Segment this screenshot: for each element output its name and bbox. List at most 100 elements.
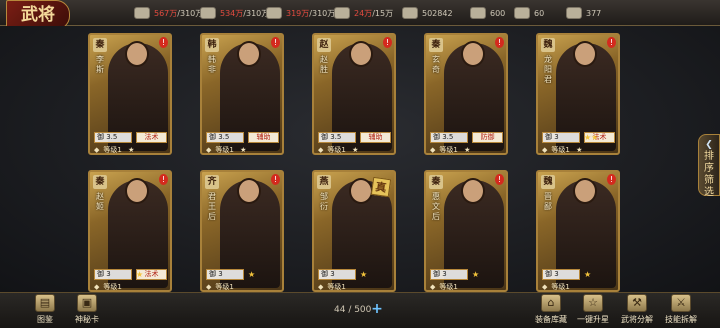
kingdom-badge: 秦 bbox=[93, 175, 107, 189]
alert-icon: ! bbox=[607, 37, 616, 48]
general-head bbox=[573, 178, 597, 204]
defense-stat: 御 3 bbox=[94, 269, 132, 280]
general-card[interactable]: 魏 晋鄙 ! 御 3 ★ ◆ 等级1 bbox=[536, 170, 620, 292]
star-rating: ★ bbox=[584, 270, 592, 279]
grain-icon bbox=[200, 7, 216, 19]
book-icon: ▤ bbox=[35, 294, 55, 312]
general-name: 邹衍 bbox=[320, 192, 328, 211]
level-row: ◆ 等级1 bbox=[94, 283, 122, 291]
kingdom-badge: 燕 bbox=[317, 175, 331, 189]
general-card[interactable]: 韩 韩非 ! 御 3.5 辅助 ◆ 等级1 ★ bbox=[200, 33, 284, 155]
general-head bbox=[349, 178, 373, 204]
decompose-icon: ⚒ bbox=[627, 294, 647, 312]
general-name: 赵胜 bbox=[320, 55, 328, 74]
bowl-icon bbox=[514, 7, 530, 19]
level-row: ◆ 等级1 bbox=[430, 283, 458, 291]
role-tag: 辅助 bbox=[360, 132, 391, 143]
level-row: ◆ 等级1 ★ bbox=[542, 146, 583, 154]
general-head bbox=[125, 178, 149, 204]
true-badge: 真 bbox=[370, 176, 392, 198]
resource-brick: 319万/310万 bbox=[266, 4, 335, 22]
star-rating: ★ bbox=[360, 270, 368, 279]
kingdom-badge: 秦 bbox=[429, 175, 443, 189]
star-icon: ★ bbox=[464, 146, 471, 154]
star-rating: ★ bbox=[472, 270, 480, 279]
general-count: 44 / 500 bbox=[334, 305, 372, 315]
general-name: 李斯 bbox=[96, 55, 104, 74]
treasure-chest-icon: ⌂ bbox=[541, 294, 561, 312]
general-card[interactable]: 秦 惠文后 ! 御 3 ★ ◆ 等级1 bbox=[424, 170, 508, 292]
level-row: ◆ 等级1 bbox=[318, 283, 346, 291]
defense-stat: 御 3.5 bbox=[94, 132, 132, 143]
general-card[interactable]: 秦 李斯 ! 御 3.5 法术 ◆ 等级1 ★ bbox=[88, 33, 172, 155]
star-rating: ★★ bbox=[584, 133, 599, 142]
defense-stat: 御 3 bbox=[542, 269, 580, 280]
resource-silver: 600 bbox=[470, 4, 505, 22]
general-name: 晋鄙 bbox=[544, 192, 552, 211]
general-head bbox=[125, 41, 149, 67]
general-card[interactable]: 秦 玄奇 ! 御 3.5 防御 ◆ 等级1 ★ bbox=[424, 33, 508, 155]
defense-stat: 御 3.5 bbox=[318, 132, 356, 143]
iron-ingot-icon bbox=[334, 7, 350, 19]
general-head bbox=[461, 41, 485, 67]
resource-coins: 567万/310万 bbox=[134, 4, 203, 22]
level-row: ◆ 等级1 ★ bbox=[94, 146, 135, 154]
kingdom-badge: 韩 bbox=[205, 38, 219, 52]
skill-dismantle-button[interactable]: ⚔ 技能拆解 bbox=[656, 292, 706, 328]
defense-stat: 御 3 bbox=[206, 269, 244, 280]
general-card[interactable]: 燕 邹衍 真 御 3 ★ ◆ 等级1 bbox=[312, 170, 396, 292]
mystery-card-icon: ▣ bbox=[77, 294, 97, 312]
kingdom-badge: 魏 bbox=[541, 175, 555, 189]
general-name: 惠文后 bbox=[432, 192, 440, 221]
general-name: 玄奇 bbox=[432, 55, 440, 74]
defense-stat: 御 3 bbox=[318, 269, 356, 280]
role-tag: 法术 bbox=[136, 132, 167, 143]
role-tag: 防御 bbox=[472, 132, 503, 143]
resource-grain: 534万/310万 bbox=[200, 4, 269, 22]
general-name: 韩非 bbox=[208, 55, 216, 74]
brick-icon bbox=[266, 7, 282, 19]
skill-dismantle-icon: ⚔ bbox=[671, 294, 691, 312]
resource-ingot: 377 bbox=[566, 4, 601, 22]
one-click-star-up-button[interactable]: ☆ 一键升星 bbox=[568, 292, 618, 328]
level-row: ◆ 等级1 ★ bbox=[430, 146, 471, 154]
general-head bbox=[237, 41, 261, 67]
star-icon: ★ bbox=[128, 146, 135, 154]
general-head bbox=[461, 178, 485, 204]
level-row: ◆ 等级1 ★ bbox=[318, 146, 359, 154]
kingdom-badge: 秦 bbox=[93, 38, 107, 52]
expand-capacity-button[interactable]: + bbox=[370, 302, 384, 316]
sort-filter-button[interactable]: ❮ 排 序 筛 选 bbox=[698, 134, 720, 198]
alert-icon: ! bbox=[159, 174, 168, 185]
kingdom-badge: 魏 bbox=[541, 38, 555, 52]
alert-icon: ! bbox=[383, 37, 392, 48]
general-card[interactable]: 魏 龙阳君 ! 御 3 法术 ★★ ◆ 等级1 ★ bbox=[536, 33, 620, 155]
decompose-general-button[interactable]: ⚒ 武将分解 bbox=[612, 292, 662, 328]
level-row: ◆ 等级1 bbox=[206, 283, 234, 291]
defense-stat: 御 3 bbox=[430, 269, 468, 280]
star-icon: ★ bbox=[240, 146, 247, 154]
resource-power: 502842 bbox=[402, 4, 453, 22]
general-card[interactable]: 秦 赵姬 ! 御 3 法术 ★ ◆ 等级1 bbox=[88, 170, 172, 292]
mystery-card-button[interactable]: ▣ 神秘卡 bbox=[62, 292, 112, 328]
alert-icon: ! bbox=[607, 174, 616, 185]
alert-icon: ! bbox=[271, 174, 280, 185]
kingdom-badge: 齐 bbox=[205, 175, 219, 189]
general-head bbox=[237, 178, 261, 204]
general-head bbox=[349, 41, 373, 67]
general-name: 龙阳君 bbox=[544, 55, 552, 84]
star-rating: ★ bbox=[248, 270, 256, 279]
defense-stat: 御 3.5 bbox=[206, 132, 244, 143]
general-card[interactable]: 齐 君王后 ! 御 3 ★ ◆ 等级1 bbox=[200, 170, 284, 292]
silver-coin-icon bbox=[470, 7, 486, 19]
alert-icon: ! bbox=[159, 37, 168, 48]
coin-bundle-icon bbox=[134, 7, 150, 19]
resource-bowl: 60 bbox=[514, 4, 544, 22]
star-icon: ★ bbox=[576, 146, 583, 154]
star-upgrade-icon: ☆ bbox=[583, 294, 603, 312]
general-card[interactable]: 赵 赵胜 ! 御 3.5 辅助 ◆ 等级1 ★ bbox=[312, 33, 396, 155]
alert-icon: ! bbox=[271, 37, 280, 48]
alert-icon: ! bbox=[495, 174, 504, 185]
level-row: ◆ 等级1 ★ bbox=[206, 146, 247, 154]
star-icon: ★ bbox=[352, 146, 359, 154]
